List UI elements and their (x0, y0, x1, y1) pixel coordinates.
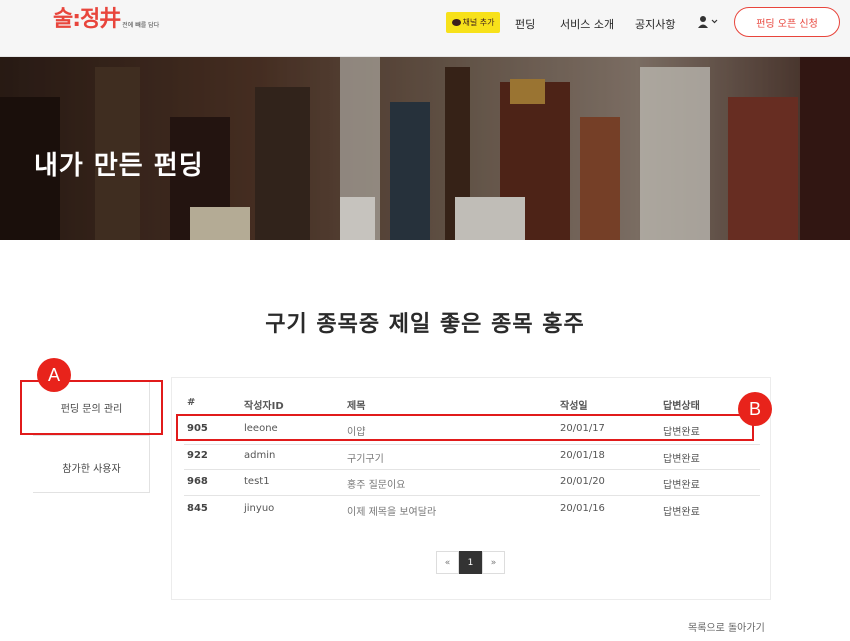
row-date: 20/01/18 (560, 450, 605, 461)
row-status: 답변완료 (663, 507, 700, 518)
logo-tagline: 전에 빼를 담다 (122, 22, 160, 29)
open-funding-button[interactable]: 펀딩 오픈 신청 (734, 7, 840, 37)
row-date: 20/01/20 (560, 476, 605, 487)
annotation-marker-b: B (738, 392, 772, 426)
kakao-channel-label: 채널 추가 (462, 18, 495, 27)
pagination-prev-button[interactable]: « (436, 551, 459, 574)
row-author: jinyuo (244, 503, 275, 514)
row-divider (184, 444, 760, 445)
row-divider (184, 495, 760, 496)
top-navbar: 술:정井 전에 빼를 담다 채널 추가 펀딩 서비스 소개 공지사항 펀딩 오픈… (0, 0, 850, 57)
nav-notice[interactable]: 공지사항 (635, 16, 675, 32)
row-title-link[interactable]: 홍주 질문이요 (347, 476, 405, 491)
row-title-link[interactable]: 이제 제목을 보여달라 (347, 503, 436, 518)
row-title-link[interactable]: 구기구기 (347, 450, 384, 465)
row-number: 968 (187, 476, 208, 487)
row-date: 20/01/16 (560, 503, 605, 514)
col-header-author: 작성자ID (244, 401, 284, 412)
col-header-title: 제목 (347, 401, 366, 412)
col-header-status: 답변상태 (663, 401, 700, 412)
kakao-bubble-icon (451, 19, 461, 26)
banner-title: 내가 만든 펀딩 (34, 151, 204, 181)
page-title: 구기 종목중 제일 좋은 종목 홍주 (265, 312, 585, 337)
pagination-next-button[interactable]: » (482, 551, 505, 574)
row-author: test1 (244, 476, 270, 487)
annotation-box-a (20, 380, 163, 435)
nav-funding[interactable]: 펀딩 (515, 16, 535, 32)
row-number: 922 (187, 450, 208, 461)
kakao-channel-button[interactable]: 채널 추가 (446, 12, 500, 33)
row-status: 답변완료 (663, 480, 700, 491)
logo-text: 술:정井 (53, 7, 121, 32)
hero-banner: 내가 만든 펀딩 (0, 57, 850, 240)
row-status: 답변완료 (663, 454, 700, 465)
site-logo[interactable]: 술:정井 전에 빼를 담다 (53, 6, 159, 34)
row-author: admin (244, 450, 276, 461)
col-header-number: # (187, 397, 196, 408)
pagination-page-button[interactable]: 1 (459, 551, 482, 574)
row-divider (184, 469, 760, 470)
side-item-participants[interactable]: 참가한 사용자 (33, 460, 150, 475)
back-to-list-link[interactable]: 목록으로 돌아가기 (688, 619, 765, 634)
pagination: « 1 » (436, 551, 505, 574)
row-number: 845 (187, 503, 208, 514)
user-menu-icon[interactable] (698, 15, 720, 29)
side-divider (33, 435, 150, 436)
col-header-date: 작성일 (560, 401, 588, 412)
nav-service-intro[interactable]: 서비스 소개 (560, 16, 614, 32)
annotation-box-b (176, 414, 754, 441)
annotation-marker-a: A (37, 358, 71, 392)
